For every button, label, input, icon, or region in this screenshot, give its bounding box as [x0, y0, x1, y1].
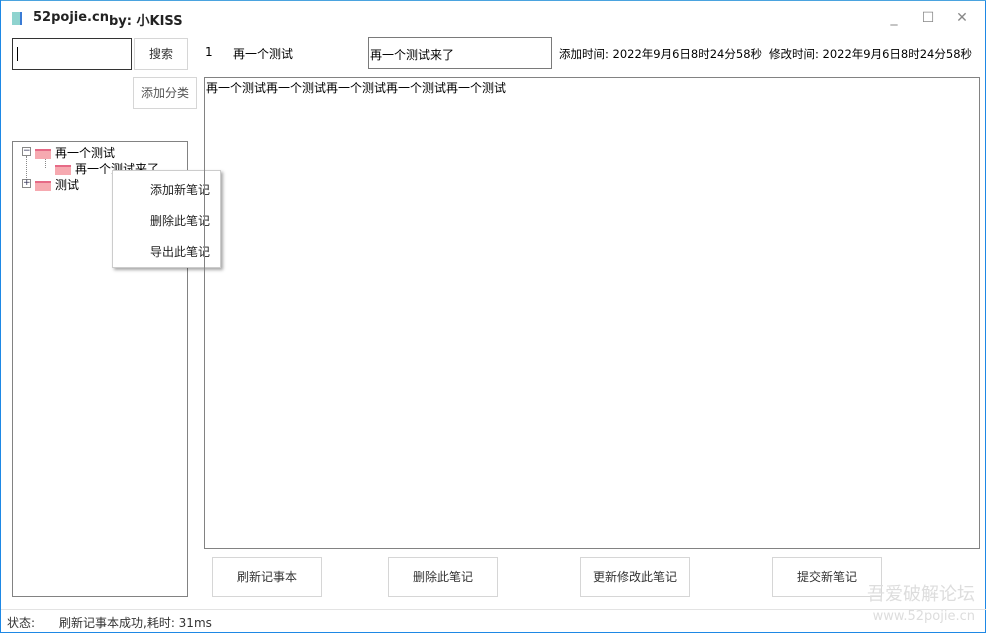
watermark-line1: 吾爱破解论坛 — [867, 584, 975, 605]
expand-icon[interactable]: + — [22, 179, 31, 188]
added-time: 添加时间: 2022年9月6日8时24分58秒 — [559, 47, 763, 61]
app-icon — [12, 12, 22, 25]
status-label: 状态: — [7, 616, 36, 630]
note-content[interactable]: 再一个测试再一个测试再一个测试再一个测试再一个测试 — [204, 77, 980, 549]
search-button[interactable]: 搜索 — [134, 38, 188, 70]
menu-item-add-note[interactable]: 添加新笔记 — [150, 181, 210, 198]
note-category: 再一个测试 — [233, 47, 294, 61]
submit-note-button[interactable]: 提交新笔记 — [772, 557, 882, 597]
search-input[interactable] — [12, 38, 132, 70]
modified-time: 修改时间: 2022年9月6日8时24分58秒 — [769, 47, 973, 61]
menu-item-delete-note[interactable]: 删除此笔记 — [150, 212, 210, 229]
folder-icon — [35, 148, 51, 159]
status-bar: 状态: 刷新记事本成功,耗时: 31ms — [1, 609, 986, 633]
note-index: 1 — [205, 45, 213, 59]
watermark: 吾爱破解论坛 www.52pojie.cn — [867, 584, 975, 628]
collapse-icon[interactable]: − — [22, 147, 31, 156]
update-note-button[interactable]: 更新修改此笔记 — [580, 557, 690, 597]
maximize-button[interactable]: ☐ — [913, 7, 943, 29]
minimize-button[interactable]: _ — [879, 7, 909, 29]
note-title-input[interactable]: 再一个测试来了 — [368, 37, 552, 69]
tree-node-label: 再一个测试 — [55, 146, 116, 160]
title-bar: 52pojie.cn by: 小KISS _ ☐ ✕ — [1, 0, 986, 34]
text-caret — [17, 47, 18, 61]
folder-icon — [35, 180, 51, 191]
watermark-line2: www.52pojie.cn — [872, 609, 975, 624]
folder-icon — [55, 164, 71, 175]
tree-node[interactable]: 测试 — [35, 176, 79, 193]
tree-node[interactable]: 再一个测试 — [35, 144, 115, 161]
status-text: 刷新记事本成功,耗时: 31ms — [59, 616, 212, 630]
delete-note-button[interactable]: 删除此笔记 — [388, 557, 498, 597]
menu-item-export-note[interactable]: 导出此笔记 — [150, 243, 210, 260]
window-author: by: 小KISS — [109, 14, 183, 29]
refresh-button[interactable]: 刷新记事本 — [212, 557, 322, 597]
add-category-button[interactable]: 添加分类 — [133, 77, 197, 109]
window-title: 52pojie.cn — [33, 10, 109, 25]
tree-node-label: 测试 — [55, 178, 80, 192]
close-button[interactable]: ✕ — [947, 7, 977, 29]
